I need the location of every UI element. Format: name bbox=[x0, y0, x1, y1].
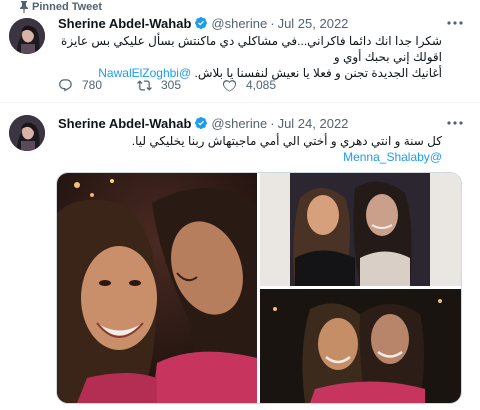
tweet-date[interactable]: Jul 24, 2022 bbox=[278, 116, 349, 131]
mention-link[interactable]: @Menna_Shalaby bbox=[343, 150, 442, 164]
like-icon bbox=[222, 79, 237, 92]
pinned-label: Pinned Tweet bbox=[32, 1, 103, 13]
author-handle[interactable]: @sherine bbox=[211, 16, 267, 31]
retweet-button[interactable]: 305 bbox=[137, 77, 181, 93]
pin-icon bbox=[20, 1, 28, 13]
author-name[interactable]: Sherine Abdel-Wahab bbox=[58, 16, 191, 31]
header-separator: · bbox=[270, 15, 275, 31]
tweet-text: كل سنة و انتي دهري و أختي الي أمي ماجبته… bbox=[58, 133, 442, 165]
photo[interactable] bbox=[57, 173, 257, 403]
tweet-text-line: كل سنة و انتي دهري و أختي الي أمي ماجبته… bbox=[131, 134, 442, 148]
reply-button[interactable]: 780 bbox=[58, 77, 102, 93]
pinned-tweet[interactable]: Pinned Tweet Sherine Abdel-Wahab @sherin… bbox=[0, 0, 480, 103]
pinned-indicator: Pinned Tweet bbox=[20, 0, 103, 14]
retweet-icon bbox=[137, 79, 152, 91]
tweet[interactable]: Sherine Abdel-Wahab @sherine · Jul 24, 2… bbox=[0, 104, 480, 410]
verified-badge-icon bbox=[195, 17, 208, 29]
tweet-text-line: شكرا جدا انك دائما فاكراني...في مشاكلي د… bbox=[61, 34, 442, 64]
more-icon[interactable] bbox=[446, 20, 464, 26]
more-icon[interactable] bbox=[446, 120, 464, 126]
author-handle[interactable]: @sherine bbox=[211, 116, 267, 131]
avatar[interactable] bbox=[9, 115, 45, 151]
media-grid bbox=[56, 172, 462, 404]
like-count: 4,085 bbox=[246, 78, 277, 92]
tweet-date[interactable]: Jul 25, 2022 bbox=[278, 16, 349, 31]
avatar[interactable] bbox=[9, 18, 45, 54]
header-separator: · bbox=[270, 115, 275, 131]
tweet-header: Sherine Abdel-Wahab @sherine · Jul 25, 2… bbox=[58, 15, 348, 31]
retweet-count: 305 bbox=[161, 78, 182, 92]
tweet-text-line: @Menna_Shalaby bbox=[58, 149, 442, 165]
reply-count: 780 bbox=[82, 78, 103, 92]
author-name[interactable]: Sherine Abdel-Wahab bbox=[58, 116, 191, 131]
tweet-header: Sherine Abdel-Wahab @sherine · Jul 24, 2… bbox=[58, 115, 348, 131]
tweet-text: شكرا جدا انك دائما فاكراني...في مشاكلي د… bbox=[58, 33, 442, 81]
reply-icon bbox=[59, 78, 72, 91]
photo[interactable] bbox=[260, 289, 461, 403]
verified-badge-icon bbox=[195, 117, 208, 129]
tweet-actions: 780 305 4,085 bbox=[58, 77, 358, 93]
like-button[interactable]: 4,085 bbox=[222, 77, 276, 93]
photo[interactable] bbox=[260, 173, 461, 286]
